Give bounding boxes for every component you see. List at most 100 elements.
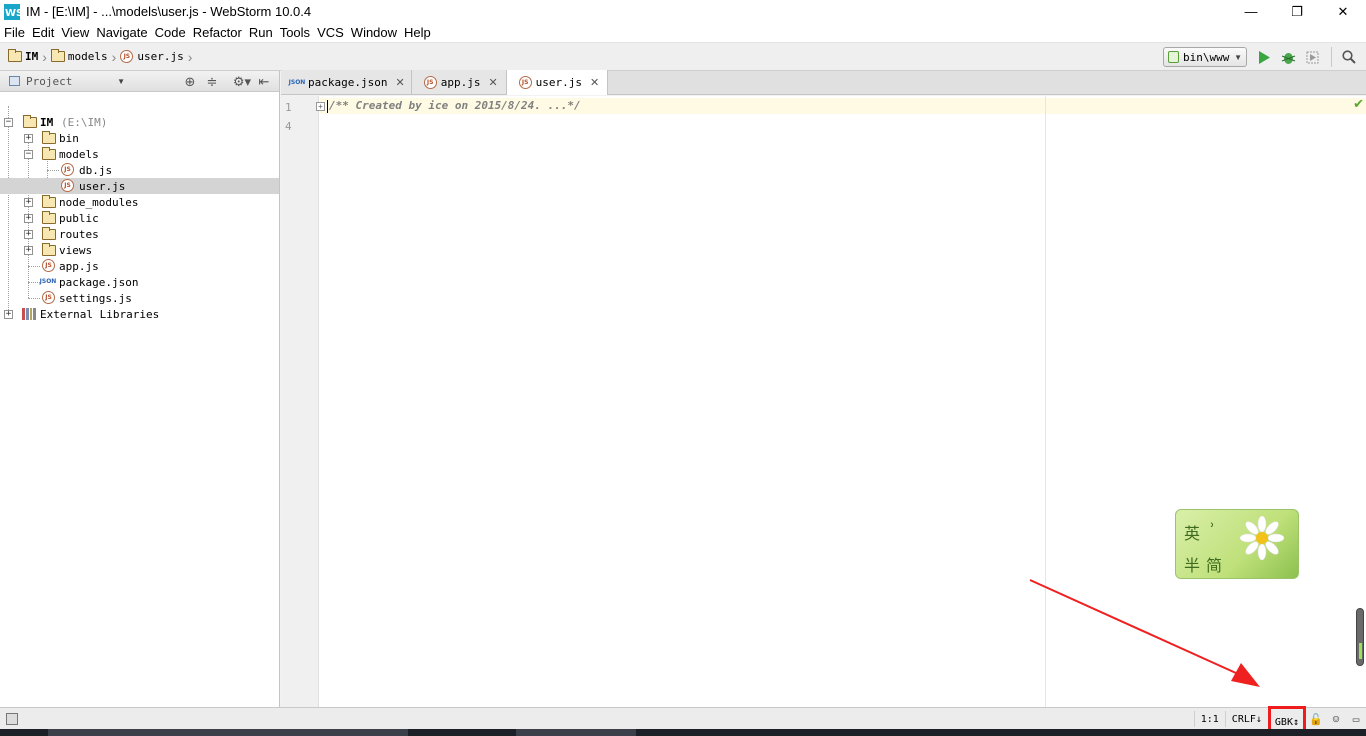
folder-icon [42,131,56,144]
file-encoding-label: GBK↕ [1274,716,1299,728]
tree-item-label: user.js [79,179,126,193]
expand-toggle-icon[interactable]: + [24,133,33,143]
tree-item-im[interactable]: − IM (E:\IM) [0,114,279,130]
inspection-ok-icon: ✔ [1353,96,1364,111]
line-separator-select[interactable]: CRLF↓ [1224,711,1268,727]
ime-width-label[interactable]: 半 [1184,552,1200,576]
tab-label: user.js [535,76,583,89]
expand-toggle-icon[interactable]: + [24,229,33,239]
caret-position-label: 1:1 [1200,713,1219,725]
run-configuration-select[interactable]: bin\www ▼ [1163,47,1247,67]
tool-windows-toggle[interactable] [6,712,18,725]
tree-item-views[interactable]: + views [0,242,279,258]
menu-tools[interactable]: Tools [280,25,315,40]
tree-item-external-libraries[interactable]: + External Libraries [0,306,279,322]
folder-icon [42,195,56,208]
breadcrumb-models[interactable]: models › [50,49,116,65]
js-file-icon: JS [42,291,55,304]
tree-item-public[interactable]: + public [0,210,279,226]
collapse-toggle-icon[interactable]: − [24,149,33,159]
run-button[interactable] [1253,46,1275,68]
event-log-button[interactable]: ▭ [1346,713,1366,726]
folder-icon [50,49,65,62]
minimize-button[interactable]: — [1228,0,1274,23]
tree-item-label: views [59,243,93,257]
event-log-icon: ▭ [1352,712,1360,726]
tab-app-js[interactable]: JS app.js ✕ [411,70,507,94]
expand-toggle-icon[interactable]: + [24,213,33,223]
tree-item-label: models [59,147,99,161]
menu-navigate[interactable]: Navigate [96,25,152,40]
tree-item-settings-js[interactable]: JS settings.js [0,290,279,306]
tab-user-js[interactable]: JS user.js ✕ [506,70,609,95]
debug-button[interactable] [1277,46,1299,68]
menu-help[interactable]: Help [404,25,436,40]
menu-file[interactable]: File [4,25,30,40]
annotation-arrow [1029,579,1260,687]
tab-package-json[interactable]: JSON package.json ✕ [281,70,412,94]
tree-item-package-json[interactable]: JSON package.json [0,274,279,290]
tree-item-node-modules[interactable]: + node_modules [0,194,279,210]
menu-run[interactable]: Run [249,25,278,40]
gear-icon: ⚙▾ [232,73,252,89]
nodejs-icon [1168,51,1179,63]
tree-item-user-js[interactable]: JS user.js [0,178,279,194]
coverage-icon [1306,51,1318,63]
collapse-toggle-icon[interactable]: − [4,117,13,127]
ime-mode-label[interactable]: 英 [1184,520,1200,544]
folder-icon [42,243,56,256]
lock-status-button[interactable]: 🔓 [1306,713,1326,726]
coverage-button[interactable] [1301,46,1323,68]
json-file-icon: JSON [288,78,306,86]
ime-status-widget[interactable]: 英 ʾ 半 简 [1175,509,1299,579]
folder-icon [23,115,37,128]
navigation-bar: IM › models › JS user.js › bin\www ▼ [0,43,1366,71]
js-file-icon: JS [61,163,74,176]
tree-item-label: package.json [59,275,139,289]
project-view-icon [9,76,20,86]
ime-script-label[interactable]: 简 [1206,552,1222,576]
menu-edit[interactable]: Edit [32,25,59,40]
caret-position[interactable]: 1:1 [1193,711,1225,727]
panel-settings-button[interactable]: ⚙▾ [231,73,253,90]
expand-toggle-icon[interactable]: + [24,197,33,207]
tree-item-models[interactable]: − models [0,146,279,162]
tree-item-app-js[interactable]: JS app.js [0,258,279,274]
folder-icon [42,147,56,160]
breadcrumb-im[interactable]: IM › [8,49,47,65]
taskbar-item [516,729,636,736]
hide-icon: ⇤ [258,73,270,89]
close-icon[interactable]: ✕ [488,76,497,89]
tree-item-label: node_modules [59,195,139,209]
inspector-button[interactable]: ☺ [1326,713,1346,726]
ime-punct-label[interactable]: ʾ [1210,520,1215,539]
scrollbar-thumb[interactable] [1356,608,1364,666]
json-file-icon: JSON [39,278,57,285]
collapse-all-button[interactable]: ≑ [201,73,223,90]
breadcrumb-user-js[interactable]: JS user.js › [120,49,192,65]
tree-item-path: (E:\IM) [61,115,108,129]
close-icon[interactable]: ✕ [590,76,599,89]
library-icon [22,308,36,320]
tree-item-db-js[interactable]: JS db.js [0,162,279,178]
search-everywhere-button[interactable] [1338,46,1360,68]
menu-code[interactable]: Code [155,25,191,40]
expand-fold-icon[interactable]: + [316,102,325,111]
chevron-right-icon: › [42,48,47,65]
tab-label: package.json [308,75,388,89]
close-icon[interactable]: ✕ [395,76,404,89]
tree-item-bin[interactable]: + bin [0,130,279,146]
restore-button[interactable]: ❐ [1274,0,1320,23]
project-view-select[interactable]: Project ▼ [3,73,127,90]
expand-toggle-icon[interactable]: + [4,309,13,319]
menu-window[interactable]: Window [351,25,402,40]
hide-panel-button[interactable]: ⇤ [253,73,275,90]
menu-refactor[interactable]: Refactor [193,25,247,40]
close-window-button[interactable]: ✕ [1320,0,1366,23]
tree-item-routes[interactable]: + routes [0,226,279,242]
toolbar-divider [1331,47,1332,67]
scroll-from-source-button[interactable]: ⊕ [179,73,201,90]
expand-toggle-icon[interactable]: + [24,245,33,255]
menu-vcs[interactable]: VCS [317,25,349,40]
menu-view[interactable]: View [61,25,94,40]
